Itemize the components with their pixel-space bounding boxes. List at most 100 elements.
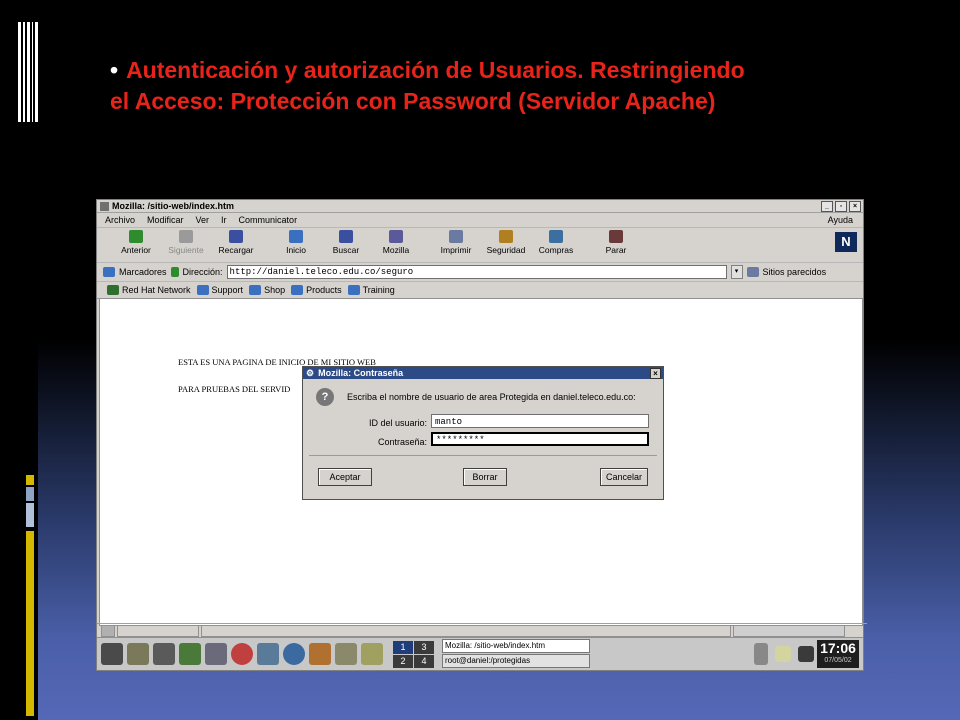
lock-screen-icon[interactable] bbox=[754, 643, 768, 665]
task-mozilla[interactable]: Mozilla: /sitio-web/index.htm bbox=[442, 639, 590, 653]
bookmark-red-hat-network[interactable]: Red Hat Network bbox=[107, 285, 191, 295]
pager-desktop-4[interactable]: 4 bbox=[414, 654, 434, 668]
status-bar bbox=[97, 623, 867, 638]
window-titlebar: Mozilla: /sitio-web/index.htm _ ▫ × bbox=[97, 200, 863, 213]
location-bar: Marcadores Dirección: http://daniel.tele… bbox=[97, 263, 863, 282]
bookmark-products[interactable]: Products bbox=[291, 285, 342, 295]
desktop-pager: 1 3 2 4 bbox=[393, 640, 434, 668]
print-button[interactable]: Imprimir bbox=[431, 228, 481, 255]
pen-icon[interactable] bbox=[361, 643, 383, 665]
maximize-button[interactable]: ▫ bbox=[835, 200, 847, 212]
pager-desktop-1[interactable]: 1 bbox=[393, 640, 413, 654]
lock-icon bbox=[499, 230, 513, 243]
cancel-button[interactable]: Cancelar bbox=[600, 468, 648, 486]
forward-button[interactable]: Siguiente bbox=[161, 228, 211, 255]
mozilla-button[interactable]: Mozilla bbox=[371, 228, 421, 255]
folder-icon bbox=[196, 285, 209, 295]
clock-date: 07/05/02 bbox=[824, 657, 852, 664]
bookmark-support[interactable]: Support bbox=[196, 285, 243, 295]
dialog-separator bbox=[309, 455, 657, 456]
desktop-icon[interactable] bbox=[127, 643, 149, 665]
url-input[interactable]: http://daniel.teleco.edu.co/seguro bbox=[226, 265, 727, 279]
system-tray: 17:06 07/05/02 bbox=[750, 640, 859, 668]
stop-button[interactable]: Parar bbox=[591, 228, 641, 255]
dialog-titlebar: ⚙ Mozilla: Contraseña × bbox=[303, 367, 663, 379]
accept-button[interactable]: Aceptar bbox=[318, 468, 372, 486]
bookmarks-icon bbox=[103, 267, 115, 277]
menu-ir[interactable]: Ir bbox=[221, 215, 227, 225]
slide-title-line1: Autenticación y autorización de Usuarios… bbox=[126, 57, 745, 83]
bookmark-training[interactable]: Training bbox=[347, 285, 395, 295]
slide-decoration-lines bbox=[18, 22, 38, 122]
mozilla-icon bbox=[389, 230, 403, 243]
related-sites-button[interactable]: Sitios parecidos bbox=[763, 267, 827, 277]
slide-title-line2: el Acceso: Protección con Password (Serv… bbox=[110, 88, 716, 114]
bullet: • bbox=[110, 57, 119, 83]
terminal-icon[interactable] bbox=[153, 643, 175, 665]
reload-button[interactable]: Recargar bbox=[211, 228, 261, 255]
globe-icon[interactable] bbox=[283, 643, 305, 665]
files-icon[interactable] bbox=[205, 643, 227, 665]
print-icon bbox=[449, 230, 463, 243]
slide-title: • Autenticación y autorización de Usuario… bbox=[110, 55, 890, 117]
clock-time: 17:06 bbox=[820, 640, 856, 656]
editor-icon[interactable] bbox=[179, 643, 201, 665]
tray-app-icon[interactable] bbox=[775, 646, 791, 662]
bookmarks-button[interactable]: Marcadores bbox=[119, 267, 167, 277]
forward-arrow-icon bbox=[179, 230, 193, 243]
search-button[interactable]: Buscar bbox=[321, 228, 371, 255]
dialog-message: Escriba el nombre de usuario de area Pro… bbox=[347, 392, 636, 402]
related-sites-icon bbox=[746, 267, 759, 277]
reload-icon bbox=[229, 230, 243, 243]
url-dropdown-button[interactable]: ▾ bbox=[730, 265, 743, 279]
home-icon bbox=[289, 230, 303, 243]
question-key-icon: ? bbox=[316, 388, 334, 406]
minimize-button[interactable]: _ bbox=[821, 200, 833, 212]
window-menu-icon[interactable] bbox=[100, 201, 109, 211]
menu-communicator[interactable]: Communicator bbox=[239, 215, 298, 225]
search-icon bbox=[339, 230, 353, 243]
password-label: Contraseña: bbox=[377, 437, 427, 447]
password-input[interactable]: ********* bbox=[431, 432, 649, 446]
mail-icon[interactable] bbox=[309, 643, 331, 665]
bookmark-icon bbox=[107, 285, 119, 295]
clock[interactable]: 17:06 07/05/02 bbox=[817, 640, 859, 668]
task-terminal[interactable]: root@daniel:/protegidas bbox=[442, 654, 590, 668]
menu-archivo[interactable]: Archivo bbox=[105, 215, 135, 225]
shop-button[interactable]: Compras bbox=[531, 228, 581, 255]
shop-icon bbox=[549, 230, 563, 243]
security-button[interactable]: Seguridad bbox=[481, 228, 531, 255]
user-id-label: ID del usuario: bbox=[368, 418, 427, 428]
home-button[interactable]: Inicio bbox=[271, 228, 321, 255]
user-id-input[interactable]: manto bbox=[431, 414, 649, 428]
netscape-logo[interactable]: N bbox=[835, 232, 857, 252]
back-button[interactable]: Anterior bbox=[111, 228, 161, 255]
kde-menu-icon[interactable] bbox=[101, 643, 123, 665]
menu-ver[interactable]: Ver bbox=[196, 215, 210, 225]
taskbar: 1 3 2 4 Mozilla: /sitio-web/index.htm ro… bbox=[97, 637, 863, 670]
dialog-menu-icon[interactable]: ⚙ bbox=[306, 368, 314, 379]
component-bar bbox=[733, 625, 845, 637]
pager-desktop-2[interactable]: 2 bbox=[393, 654, 413, 668]
stop-icon bbox=[609, 230, 623, 243]
page-text-line2: PARA PRUEBAS DEL SERVID bbox=[178, 384, 291, 394]
tools-icon[interactable] bbox=[335, 643, 357, 665]
menu-modificar[interactable]: Modificar bbox=[147, 215, 184, 225]
folder-icon bbox=[347, 285, 360, 295]
back-arrow-icon bbox=[129, 230, 143, 243]
close-button[interactable]: × bbox=[849, 200, 861, 212]
menubar: Archivo Modificar Ver Ir Communicator Ay… bbox=[97, 213, 863, 228]
bookmark-shop[interactable]: Shop bbox=[249, 285, 285, 295]
menu-ayuda[interactable]: Ayuda bbox=[828, 215, 853, 225]
clear-button[interactable]: Borrar bbox=[463, 468, 507, 486]
network-icon[interactable] bbox=[257, 643, 279, 665]
security-status-icon bbox=[101, 625, 115, 637]
location-icon bbox=[170, 267, 179, 277]
progress-cell bbox=[117, 625, 199, 637]
help-icon[interactable] bbox=[231, 643, 253, 665]
window-title: Mozilla: /sitio-web/index.htm bbox=[112, 201, 235, 211]
password-dialog: ⚙ Mozilla: Contraseña × ? Escriba el nom… bbox=[302, 366, 664, 500]
pager-desktop-3[interactable]: 3 bbox=[414, 640, 434, 654]
dialog-close-button[interactable]: × bbox=[650, 367, 661, 379]
tray-window-icon[interactable] bbox=[798, 646, 814, 662]
